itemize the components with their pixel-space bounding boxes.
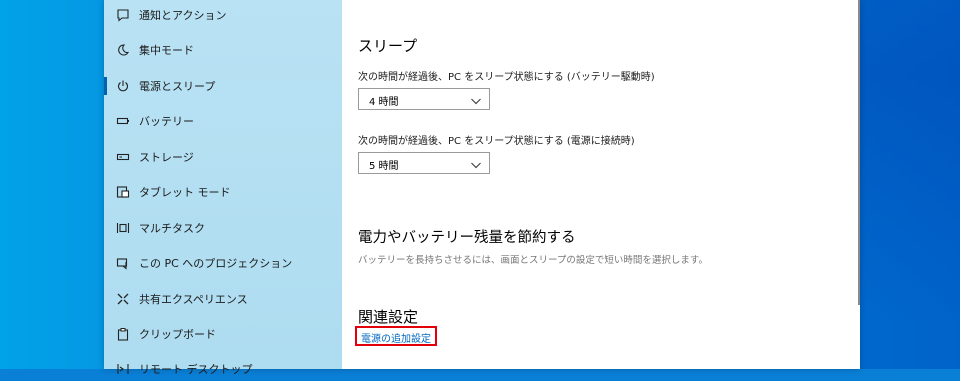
related-settings-title: 関連設定 — [358, 308, 419, 326]
sidebar-item-label: タブレット モード — [139, 186, 231, 199]
additional-power-settings-link[interactable]: 電源の追加設定 — [361, 330, 431, 345]
sidebar-item-label: 通知とアクション — [139, 9, 227, 22]
dropdown-value: 5 時間 — [369, 161, 399, 172]
battery-icon — [116, 114, 130, 128]
sidebar-item-label: 電源とスリープ — [139, 80, 216, 93]
sidebar-item-projection[interactable]: この PC へのプロジェクション — [104, 251, 342, 275]
sidebar-item-label: この PC へのプロジェクション — [139, 257, 293, 270]
sidebar-item-label: 集中モード — [139, 44, 194, 57]
main-content: スリープ 次の時間が経過後、PC をスリープ状態にする (バッテリー駆動時) 4… — [342, 0, 860, 369]
sidebar-item-multitasking[interactable]: マルチタスク — [104, 216, 342, 240]
sidebar-item-notifications[interactable]: 通知とアクション — [104, 3, 342, 27]
scrollbar[interactable] — [858, 0, 860, 305]
shared-experiences-icon — [116, 292, 130, 306]
moon-icon — [116, 43, 130, 57]
sidebar-item-label: 共有エクスペリエンス — [139, 293, 248, 306]
sidebar-item-battery[interactable]: バッテリー — [104, 109, 342, 133]
storage-icon — [116, 150, 130, 164]
dropdown-value: 4 時間 — [369, 97, 399, 108]
sidebar-item-power-sleep[interactable]: 電源とスリープ — [104, 74, 342, 98]
chevron-down-icon — [470, 92, 482, 105]
chevron-down-icon — [470, 156, 482, 169]
projection-icon — [116, 256, 130, 270]
clipboard-icon — [116, 327, 130, 341]
sleep-plugged-label: 次の時間が経過後、PC をスリープ状態にする (電源に接続時) — [358, 136, 635, 147]
remote-desktop-icon — [116, 362, 130, 376]
sleep-battery-label: 次の時間が経過後、PC をスリープ状態にする (バッテリー駆動時) — [358, 72, 655, 83]
notification-icon — [116, 8, 130, 22]
sidebar-item-remote-desktop[interactable]: リモート デスクトップ — [104, 357, 342, 381]
sidebar-item-clipboard[interactable]: クリップボード — [104, 322, 342, 346]
sleep-battery-dropdown[interactable]: 4 時間 — [358, 88, 490, 110]
sidebar-item-label: ストレージ — [139, 151, 194, 164]
sidebar-item-label: リモート デスクトップ — [139, 363, 253, 376]
multitasking-icon — [116, 221, 130, 235]
sidebar-item-label: クリップボード — [139, 328, 216, 341]
sidebar-item-label: マルチタスク — [139, 222, 205, 235]
save-power-description: バッテリーを長持ちさせるには、画面とスリープの設定で短い時間を選択します。 — [358, 255, 708, 266]
tablet-mode-icon — [116, 185, 130, 199]
save-power-title: 電力やバッテリー残量を節約する — [358, 230, 576, 246]
sidebar: 通知とアクション 集中モード 電源とスリープ バッテリー ストレージ タブレット… — [104, 0, 342, 376]
sidebar-item-tablet-mode[interactable]: タブレット モード — [104, 180, 342, 204]
sidebar-item-shared-experiences[interactable]: 共有エクスペリエンス — [104, 287, 342, 311]
sleep-plugged-dropdown[interactable]: 5 時間 — [358, 152, 490, 174]
sidebar-item-focus-assist[interactable]: 集中モード — [104, 38, 342, 62]
sidebar-item-storage[interactable]: ストレージ — [104, 145, 342, 169]
sleep-section-title: スリープ — [358, 37, 418, 55]
sidebar-item-label: バッテリー — [139, 115, 194, 128]
power-icon — [116, 79, 130, 93]
settings-window: 通知とアクション 集中モード 電源とスリープ バッテリー ストレージ タブレット… — [104, 0, 860, 376]
